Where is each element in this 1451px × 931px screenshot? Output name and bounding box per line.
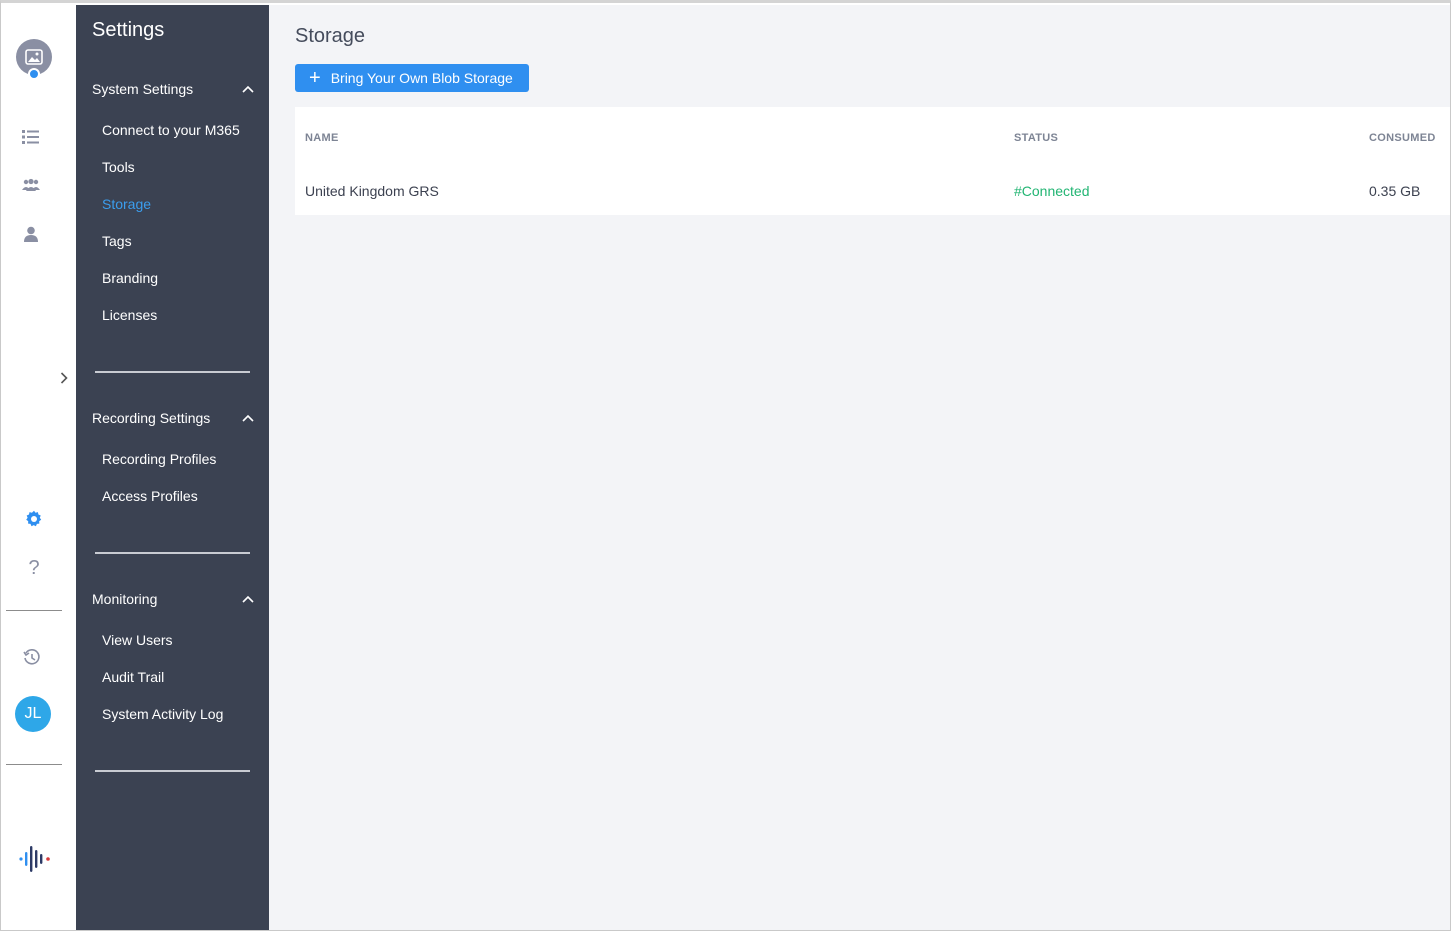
section-label: Monitoring: [92, 591, 158, 607]
app-logo-icon: [18, 843, 54, 875]
section-system-settings[interactable]: System Settings: [92, 78, 254, 100]
icon-rail: ? JL: [3, 5, 75, 930]
section-divider: [95, 770, 250, 772]
chevron-up-icon: [242, 85, 254, 93]
sidebar-item-storage[interactable]: Storage: [102, 196, 151, 212]
group-icon[interactable]: [20, 174, 42, 196]
bring-your-own-blob-storage-button[interactable]: + Bring Your Own Blob Storage: [295, 64, 529, 92]
column-header-status[interactable]: STATUS: [1014, 132, 1058, 144]
column-header-consumed[interactable]: CONSUMED: [1369, 132, 1436, 144]
rail-divider: [6, 764, 62, 765]
main-content: Storage + Bring Your Own Blob Storage NA…: [269, 5, 1450, 930]
history-icon[interactable]: [21, 647, 43, 669]
sidebar-item-branding[interactable]: Branding: [102, 270, 158, 286]
section-divider: [95, 552, 250, 554]
rail-divider: [6, 610, 62, 611]
section-label: Recording Settings: [92, 410, 211, 426]
help-icon[interactable]: ?: [23, 557, 45, 579]
sidebar-item-system-activity-log[interactable]: System Activity Log: [102, 706, 223, 722]
section-recording-settings[interactable]: Recording Settings: [92, 407, 254, 429]
sidebar-item-connect-m365[interactable]: Connect to your M365: [102, 122, 240, 138]
chevron-up-icon: [242, 414, 254, 422]
sidebar-item-access-profiles[interactable]: Access Profiles: [102, 488, 198, 504]
online-status-dot: [28, 68, 40, 80]
app-window: ? JL Settings System Settings Connect to…: [0, 0, 1451, 931]
user-icon[interactable]: [20, 223, 42, 245]
image-avatar-icon[interactable]: [16, 39, 52, 80]
expand-chevron-icon[interactable]: [57, 369, 71, 387]
sidebar-item-tools[interactable]: Tools: [102, 159, 135, 175]
gear-icon[interactable]: [23, 508, 45, 530]
page-title: Storage: [295, 25, 366, 47]
sidebar-item-audit-trail[interactable]: Audit Trail: [102, 669, 164, 685]
section-monitoring[interactable]: Monitoring: [92, 588, 254, 610]
user-avatar[interactable]: JL: [15, 696, 51, 732]
sidebar-item-recording-profiles[interactable]: Recording Profiles: [102, 451, 216, 467]
sidebar-item-view-users[interactable]: View Users: [102, 632, 173, 648]
cell-consumed: 0.35 GB: [1369, 183, 1421, 199]
sidebar-title: Settings: [92, 19, 165, 41]
chevron-up-icon: [242, 595, 254, 603]
storage-table: NAME STATUS CONSUMED United Kingdom GRS …: [295, 107, 1450, 215]
sidebar-item-tags[interactable]: Tags: [102, 233, 132, 249]
button-label: Bring Your Own Blob Storage: [330, 70, 513, 86]
sidebar-item-licenses[interactable]: Licenses: [102, 307, 157, 323]
list-icon[interactable]: [20, 126, 42, 148]
section-divider: [95, 371, 250, 373]
plus-icon: +: [309, 67, 321, 89]
column-header-name[interactable]: NAME: [305, 132, 339, 144]
cell-name: United Kingdom GRS: [305, 183, 439, 199]
status-badge: #Connected: [1014, 183, 1090, 199]
settings-sidebar: Settings System Settings Connect to your…: [76, 5, 269, 930]
section-label: System Settings: [92, 81, 194, 97]
